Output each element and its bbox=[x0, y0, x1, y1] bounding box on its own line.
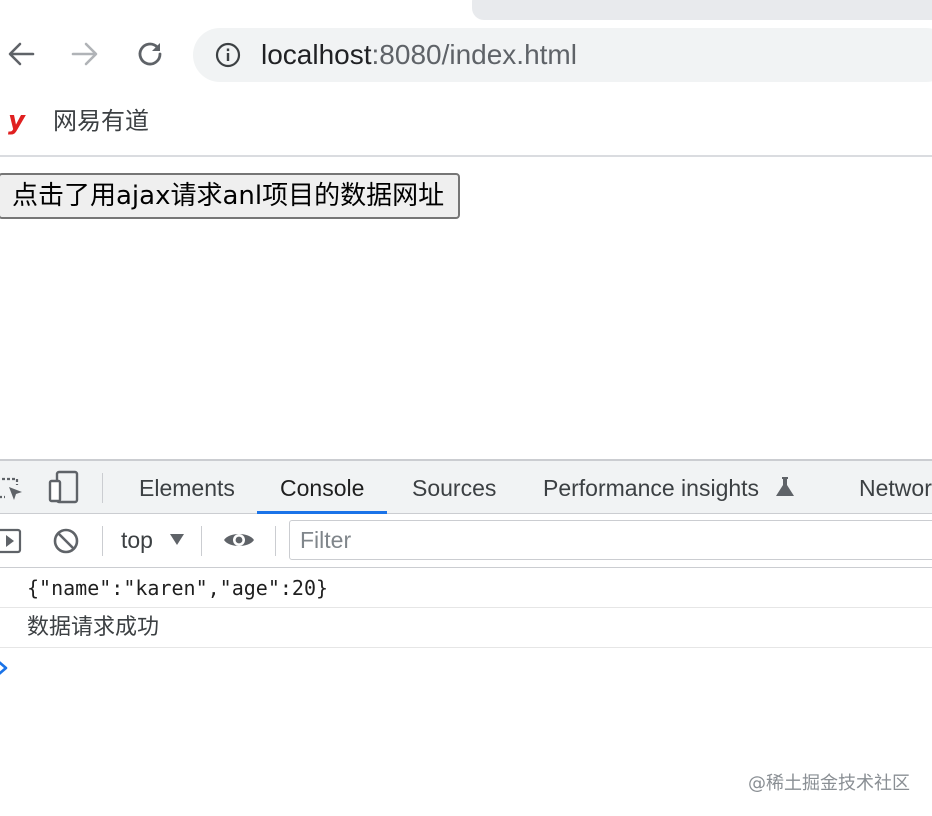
tab-performance-insights[interactable]: Performance insights bbox=[543, 461, 794, 513]
clear-console-icon[interactable] bbox=[52, 527, 80, 555]
tab-label: Elements bbox=[139, 475, 235, 501]
device-toolbar-icon[interactable] bbox=[48, 469, 80, 505]
info-circle-icon[interactable] bbox=[215, 42, 241, 68]
url-text[interactable]: localhost:8080/index.html bbox=[261, 38, 577, 72]
tab-label: Console bbox=[280, 475, 365, 501]
toolbar-divider bbox=[275, 526, 276, 556]
tab-console[interactable]: Console bbox=[256, 461, 388, 514]
toolbar-divider bbox=[201, 526, 202, 556]
address-bar[interactable]: localhost:8080/index.html bbox=[193, 28, 932, 82]
tab-label: Sources bbox=[412, 475, 497, 501]
devtools-tab-bar: Elements Console Sources Performance ins… bbox=[0, 461, 932, 514]
watermark: @稀土掘金技术社区 bbox=[748, 773, 910, 794]
toolbar-divider bbox=[102, 473, 103, 503]
context-label: top bbox=[121, 527, 153, 553]
bookmark-label: 网易有道 bbox=[53, 107, 149, 135]
sidebar-toggle-icon[interactable] bbox=[0, 527, 24, 555]
console-toolbar: top bbox=[0, 514, 932, 568]
dropdown-arrow-icon bbox=[170, 534, 184, 545]
bookmarks-bar: y 网易有道 bbox=[0, 100, 932, 155]
console-message-text: {"name":"karen","age":20} bbox=[27, 576, 329, 600]
url-path: :8080/index.html bbox=[371, 39, 577, 70]
url-host: localhost bbox=[261, 39, 372, 70]
console-message: {"name":"karen","age":20} bbox=[0, 568, 932, 608]
browser-toolbar: localhost:8080/index.html bbox=[0, 0, 932, 100]
tab-network[interactable]: Network bbox=[859, 461, 932, 513]
ajax-request-button[interactable]: 点击了用ajax请求anl项目的数据网址 bbox=[0, 173, 461, 219]
inspect-element-icon[interactable] bbox=[0, 473, 26, 505]
tab-sources[interactable]: Sources bbox=[412, 461, 496, 513]
arrow-left-icon bbox=[8, 42, 35, 66]
chrome-divider bbox=[0, 155, 932, 157]
eye-icon[interactable] bbox=[222, 528, 256, 552]
tab-label: Network bbox=[859, 475, 932, 501]
devtools-panel: Elements Console Sources Performance ins… bbox=[0, 459, 932, 816]
context-selector[interactable]: top bbox=[121, 524, 153, 556]
console-filter[interactable] bbox=[289, 520, 932, 560]
back-button[interactable] bbox=[3, 36, 39, 72]
toolbar-divider bbox=[102, 526, 103, 556]
filter-input[interactable] bbox=[290, 521, 932, 559]
console-prompt-icon[interactable] bbox=[0, 659, 10, 677]
flask-icon bbox=[776, 477, 794, 496]
youdao-logo-icon: y bbox=[8, 106, 25, 136]
reload-icon bbox=[138, 42, 162, 66]
arrow-right-icon bbox=[71, 42, 98, 66]
console-message-text: 数据请求成功 bbox=[27, 615, 160, 640]
reload-button[interactable] bbox=[132, 36, 168, 72]
bookmark-item[interactable]: y 网易有道 bbox=[0, 100, 160, 144]
tab-label: Performance insights bbox=[543, 475, 760, 501]
tab-elements[interactable]: Elements bbox=[139, 461, 235, 513]
forward-button[interactable] bbox=[67, 36, 103, 72]
console-message: 数据请求成功 bbox=[0, 608, 932, 648]
